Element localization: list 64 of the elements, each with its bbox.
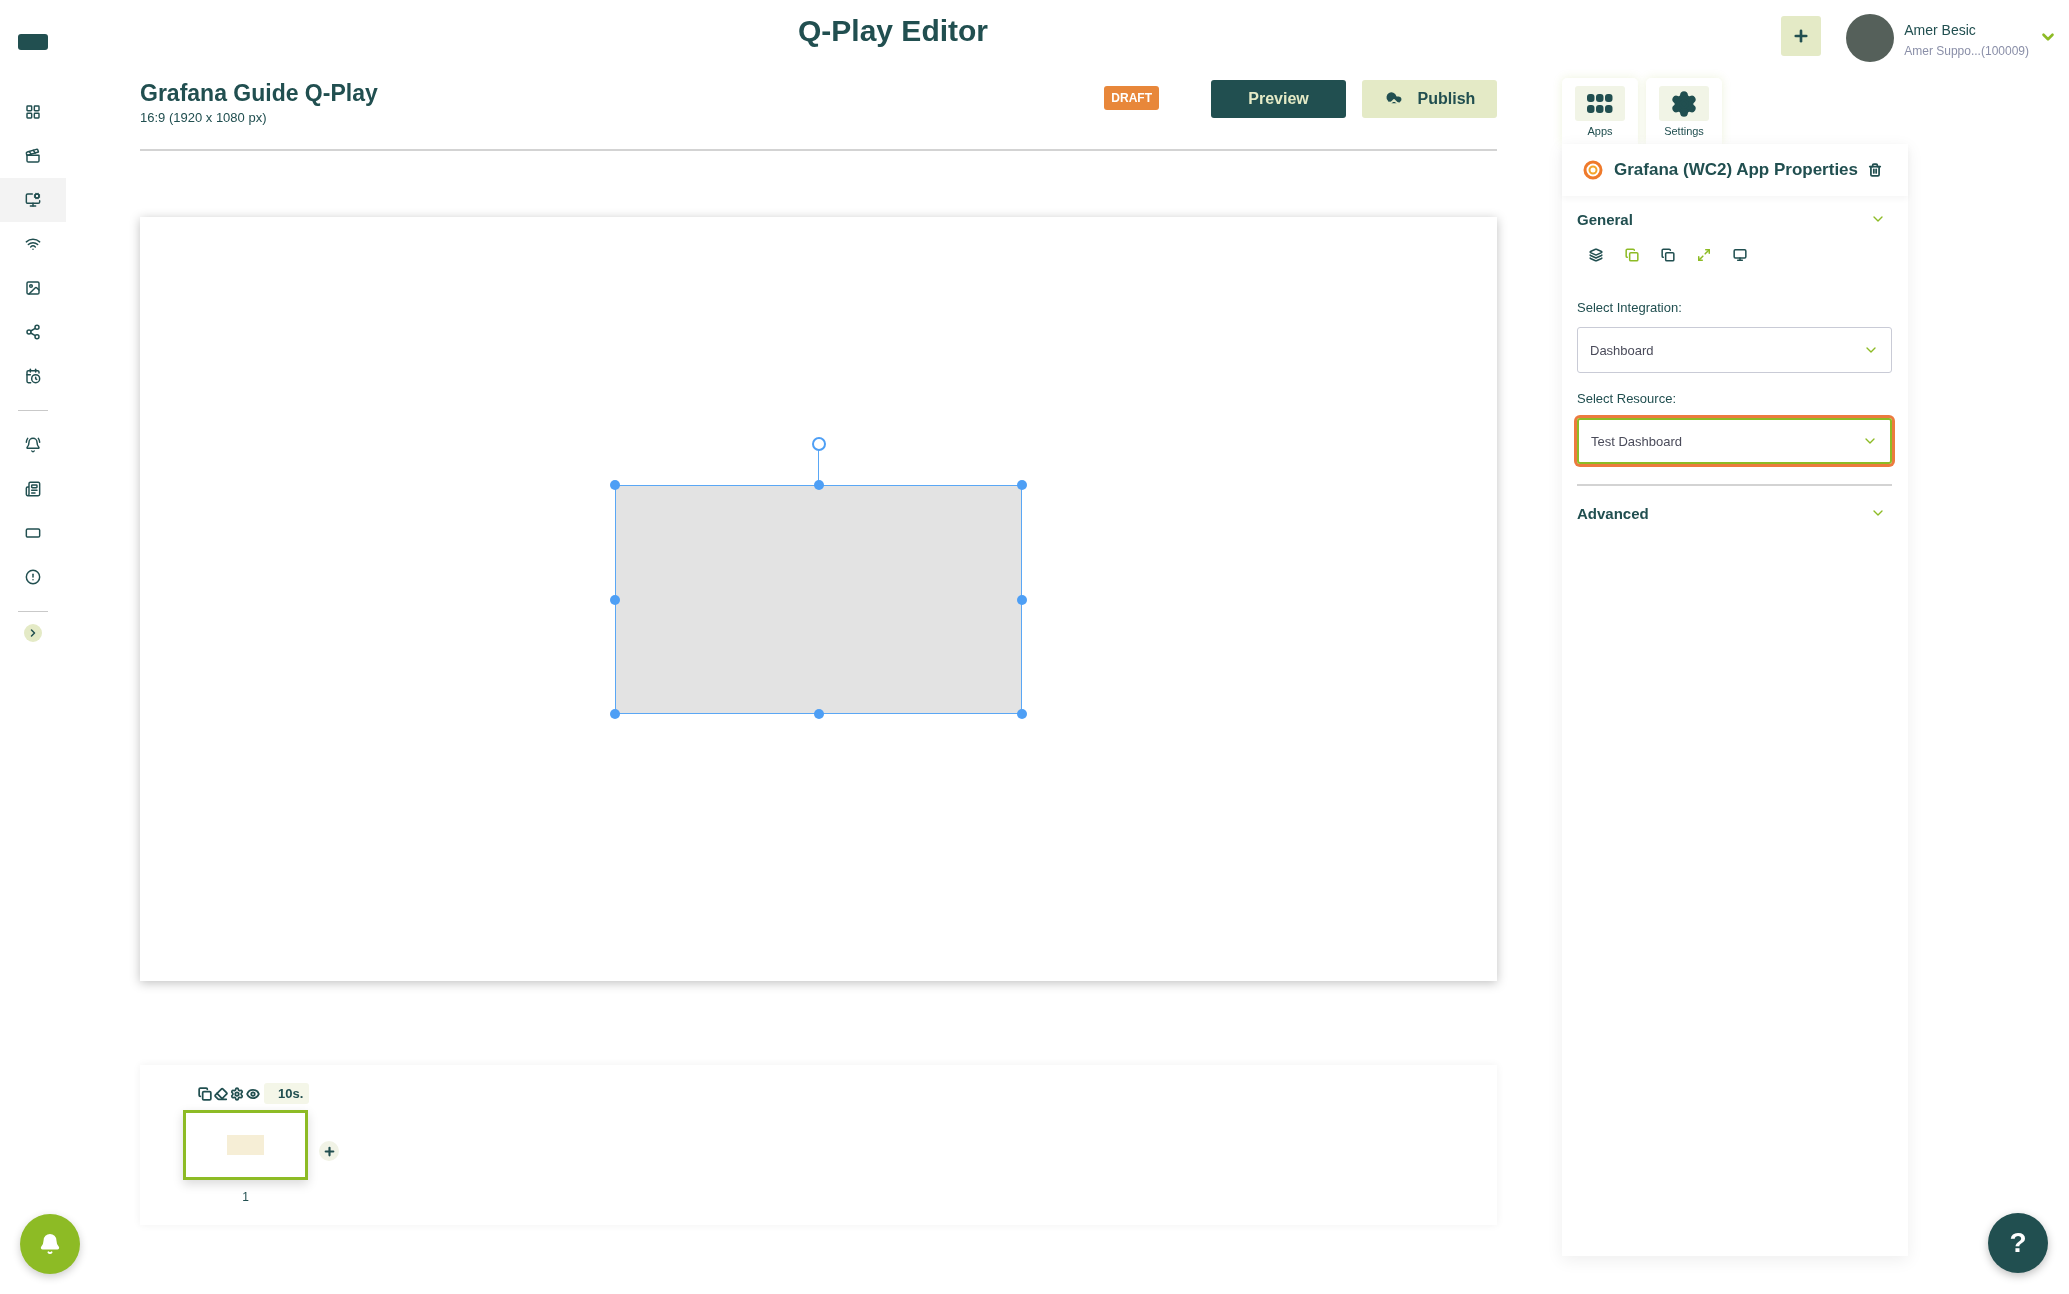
section-header[interactable]: Advanced <box>1577 490 1892 536</box>
publish-button[interactable]: Publish <box>1362 80 1497 118</box>
bell-icon <box>39 1233 61 1255</box>
slide-thumbnail[interactable] <box>183 1110 309 1180</box>
resize-handle[interactable] <box>610 594 620 605</box>
share-icon <box>25 324 41 340</box>
section-title: General <box>1577 210 1633 228</box>
panel-tab[interactable]: Apps <box>1562 78 1638 144</box>
apps-grid-icon <box>1587 93 1613 114</box>
app-preview <box>227 1135 265 1155</box>
copy-icon[interactable] <box>198 1086 212 1101</box>
wifi-icon <box>25 236 41 252</box>
app-title: Q-Play Editor <box>798 14 990 48</box>
status-badge: DRAFT <box>1104 86 1159 110</box>
user-name: Amer Besic <box>1904 22 1977 38</box>
field-label: Select Integration: <box>1577 300 1683 315</box>
eye-icon[interactable] <box>246 1086 260 1101</box>
expand-button[interactable] <box>24 624 42 642</box>
field-label: Select Resource: <box>1577 391 1677 406</box>
newspaper-icon <box>25 481 41 497</box>
copy-icon[interactable] <box>1661 248 1675 262</box>
calendar-clock-icon <box>25 368 41 384</box>
resize-handle[interactable] <box>610 709 620 719</box>
resize-handle[interactable] <box>1017 709 1027 719</box>
document-size: 16:9 (1920 x 1080 px) <box>140 110 268 125</box>
resize-handle[interactable] <box>813 709 824 719</box>
slide-number: 1 <box>242 1190 249 1204</box>
monitor-icon <box>25 192 41 208</box>
monitor-icon[interactable] <box>1733 248 1747 262</box>
image-icon <box>25 280 41 296</box>
settings-icon[interactable] <box>230 1086 244 1101</box>
logo <box>18 34 48 50</box>
help-button[interactable]: ? <box>1988 1213 2048 1273</box>
select-field[interactable]: Dashboard <box>1577 327 1892 373</box>
add-slide-button[interactable] <box>319 1141 340 1161</box>
document-title: Grafana Guide Q-Play <box>140 80 379 107</box>
avatar[interactable] <box>1846 14 1895 62</box>
trash-icon[interactable] <box>1868 163 1883 177</box>
section-title: Advanced <box>1577 504 1649 522</box>
preview-button[interactable]: Preview <box>1211 80 1346 118</box>
eraser-icon[interactable] <box>214 1086 228 1101</box>
section-header[interactable]: General <box>1577 196 1892 242</box>
resize-handle[interactable] <box>1017 594 1027 605</box>
resize-handle[interactable] <box>813 480 824 490</box>
layer-icon[interactable] <box>1589 248 1603 262</box>
account-name: Amer Suppo...(100009) <box>1904 44 2029 58</box>
notification-button[interactable] <box>20 1214 80 1274</box>
slide-duration[interactable]: 10s. <box>264 1083 310 1104</box>
resize-handle[interactable] <box>610 480 620 490</box>
settings-icon <box>1670 89 1698 118</box>
select-field[interactable]: Test Dashboard <box>1577 418 1892 464</box>
add-button[interactable] <box>1781 16 1822 56</box>
clapperboard-icon <box>25 148 41 164</box>
panel-tab[interactable]: Settings <box>1646 78 1722 144</box>
bell-icon <box>25 437 41 453</box>
spiral-logo-icon <box>1582 159 1604 181</box>
plus-icon <box>322 1144 336 1158</box>
resize-handle[interactable] <box>1017 480 1027 490</box>
rectangle-icon <box>25 525 41 541</box>
panel-title: Grafana (WC2) App Properties <box>1614 160 1859 180</box>
sidebar-item[interactable] <box>0 178 66 222</box>
alert-icon <box>25 569 41 585</box>
grid-icon <box>25 104 41 120</box>
expand-icon[interactable] <box>1697 248 1711 262</box>
